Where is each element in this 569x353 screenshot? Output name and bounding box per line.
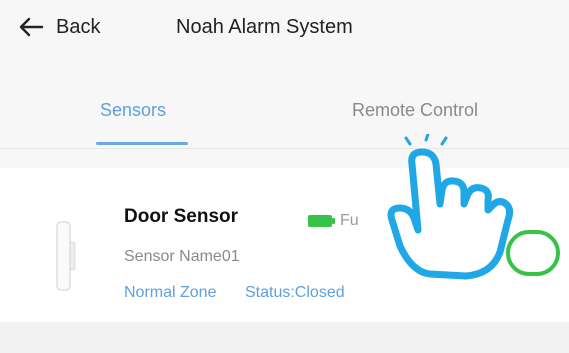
tab-remote-control[interactable]: Remote Control — [352, 100, 478, 121]
battery-status: Fu — [308, 212, 359, 230]
back-arrow-icon — [19, 17, 44, 37]
battery-text: Fu — [340, 212, 359, 229]
sensor-name: Sensor Name01 — [124, 248, 240, 265]
battery-icon — [308, 215, 335, 227]
back-label: Back — [56, 15, 101, 38]
back-button[interactable]: Back — [18, 10, 100, 44]
sensor-card[interactable]: Door Sensor Fu Sensor Name01 Normal Zone… — [0, 168, 569, 322]
list-bottom-strip — [0, 322, 569, 353]
active-tab-indicator — [96, 142, 188, 145]
app-header: Back Noah Alarm System — [0, 0, 569, 56]
tab-bar: Sensors Remote Control — [0, 56, 569, 152]
sensor-status: Status:Closed — [245, 284, 345, 301]
sensor-zone: Normal Zone — [124, 284, 217, 301]
door-sensor-icon — [56, 221, 76, 291]
tab-divider — [0, 148, 569, 149]
page-title: Noah Alarm System — [176, 16, 353, 38]
tab-sensors[interactable]: Sensors — [100, 100, 166, 121]
sensor-toggle[interactable] — [506, 230, 560, 276]
sensor-type: Door Sensor — [124, 206, 239, 227]
